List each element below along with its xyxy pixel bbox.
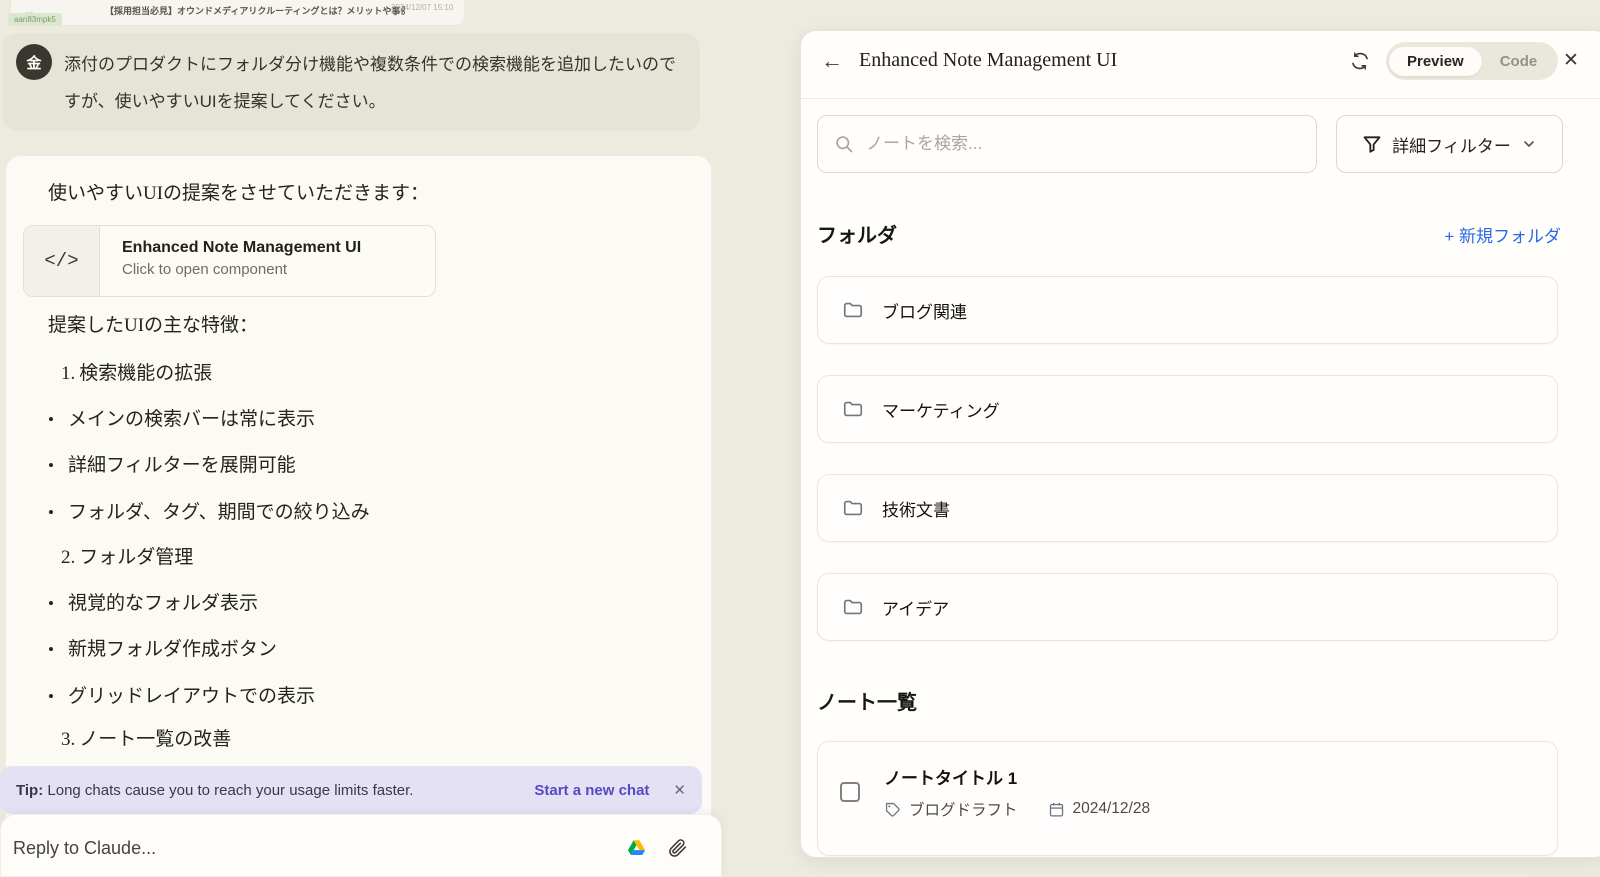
folder-icon bbox=[842, 299, 864, 321]
folder-card[interactable]: マーケティング bbox=[817, 375, 1558, 443]
artifact-card-subtitle: Click to open component bbox=[122, 261, 435, 278]
feature-item: •新規フォルダ作成ボタン bbox=[48, 634, 277, 661]
note-meta: ブログドラフト 2024/12/28 bbox=[884, 798, 1150, 820]
attached-file-preview[interactable]: ... 【採用担当必見】オウンドメディアリクルーティングとは？メリットや事例を解… bbox=[10, 0, 465, 26]
new-folder-button[interactable]: + 新規フォルダ bbox=[1444, 222, 1561, 247]
google-drive-icon[interactable] bbox=[627, 838, 647, 858]
feature-item: 1.検索機能の拡張 bbox=[48, 358, 212, 385]
reply-composer[interactable]: Reply to Claude... bbox=[0, 814, 722, 877]
paperclip-icon[interactable] bbox=[667, 837, 688, 858]
feature-item: •グリッドレイアウトでの表示 bbox=[48, 681, 315, 708]
note-card[interactable]: ノートタイトル 1 ブログドラフト 2024/12/28 bbox=[817, 741, 1558, 856]
folder-icon bbox=[842, 398, 864, 420]
filter-label: 詳細フィルター bbox=[1392, 132, 1511, 157]
artifact-open-card[interactable]: </> Enhanced Note Management UI Click to… bbox=[23, 225, 436, 297]
feature-item: 2.フォルダ管理 bbox=[48, 542, 193, 569]
tip-text: Tip: Long chats cause you to reach your … bbox=[16, 782, 413, 799]
note-date: 2024/12/28 bbox=[1073, 800, 1151, 818]
search-input[interactable] bbox=[866, 134, 1300, 154]
attachment-title: 【採用担当必見】オウンドメディアリクルーティングとは？メリットや事例を解説 bbox=[105, 4, 405, 17]
start-new-chat-link[interactable]: Start a new chat bbox=[534, 782, 649, 799]
refresh-icon[interactable] bbox=[1350, 51, 1370, 71]
feature-item: •詳細フィルターを展開可能 bbox=[48, 450, 296, 477]
folder-card[interactable]: アイデア bbox=[817, 573, 1558, 641]
attachment-timestamp: 2024/12/07 15:10 bbox=[391, 3, 453, 12]
artifact-title: Enhanced Note Management UI bbox=[859, 49, 1117, 72]
preview-code-toggle: Preview Code bbox=[1386, 42, 1558, 80]
folder-name: 技術文書 bbox=[882, 496, 950, 521]
advanced-filter-button[interactable]: 詳細フィルター bbox=[1336, 115, 1563, 173]
folder-name: アイデア bbox=[882, 595, 949, 620]
feature-item: 3.ノート一覧の改善 bbox=[48, 724, 231, 751]
folders-heading: フォルダ bbox=[817, 219, 897, 248]
artifact-panel: ← Enhanced Note Management UI Preview Co… bbox=[800, 30, 1600, 858]
code-icon: </> bbox=[24, 226, 100, 296]
folder-icon bbox=[842, 596, 864, 618]
user-avatar: 金 bbox=[16, 44, 52, 80]
notes-heading: ノート一覧 bbox=[817, 686, 917, 715]
folder-name: ブログ関連 bbox=[882, 298, 967, 323]
assistant-intro-text: 使いやすいUIの提案をさせていただきます： bbox=[48, 178, 429, 205]
user-message-bubble: 金 添付のプロダクトにフォルダ分け機能や複数条件での検索機能を追加したいのですが… bbox=[2, 33, 700, 131]
note-tag: ブログドラフト bbox=[909, 798, 1018, 820]
calendar-icon bbox=[1048, 801, 1065, 818]
artifact-card-title: Enhanced Note Management UI bbox=[122, 239, 435, 257]
close-icon[interactable]: ✕ bbox=[1563, 49, 1579, 72]
folder-card[interactable]: ブログ関連 bbox=[817, 276, 1558, 344]
usage-tip-banner: Tip: Long chats cause you to reach your … bbox=[0, 766, 702, 814]
close-icon[interactable]: ✕ bbox=[673, 781, 686, 799]
folder-icon bbox=[842, 497, 864, 519]
feature-item: •メインの検索バーは常に表示 bbox=[48, 404, 315, 431]
user-message-text: 添付のプロダクトにフォルダ分け機能や複数条件での検索機能を追加したいのですが、使… bbox=[64, 46, 680, 120]
tab-preview[interactable]: Preview bbox=[1389, 47, 1482, 76]
note-search-box[interactable] bbox=[817, 115, 1317, 173]
artifact-controls-pill[interactable] bbox=[1531, 868, 1600, 877]
features-heading: 提案したUIの主な特徴： bbox=[48, 310, 258, 337]
feature-item: •フォルダ、タグ、期間での絞り込み bbox=[48, 497, 370, 524]
folder-name: マーケティング bbox=[882, 397, 1000, 422]
reply-input[interactable]: Reply to Claude... bbox=[13, 838, 156, 859]
tag-icon bbox=[884, 801, 901, 818]
note-title: ノートタイトル 1 bbox=[884, 764, 1017, 789]
folder-card[interactable]: 技術文書 bbox=[817, 474, 1558, 542]
header-divider bbox=[801, 98, 1600, 99]
funnel-icon bbox=[1362, 134, 1382, 154]
back-arrow-icon[interactable]: ← bbox=[821, 48, 843, 74]
feature-item: •視覚的なフォルダ表示 bbox=[48, 588, 258, 615]
artifact-panel-header: ← Enhanced Note Management UI Preview Co… bbox=[801, 31, 1600, 98]
tab-code[interactable]: Code bbox=[1482, 47, 1556, 76]
chevron-down-icon bbox=[1521, 136, 1537, 152]
note-checkbox[interactable] bbox=[840, 782, 860, 802]
tip-label: Tip: bbox=[16, 782, 43, 799]
attachment-tag-badge: aan83mpk5 bbox=[8, 13, 62, 26]
search-icon bbox=[834, 134, 854, 154]
